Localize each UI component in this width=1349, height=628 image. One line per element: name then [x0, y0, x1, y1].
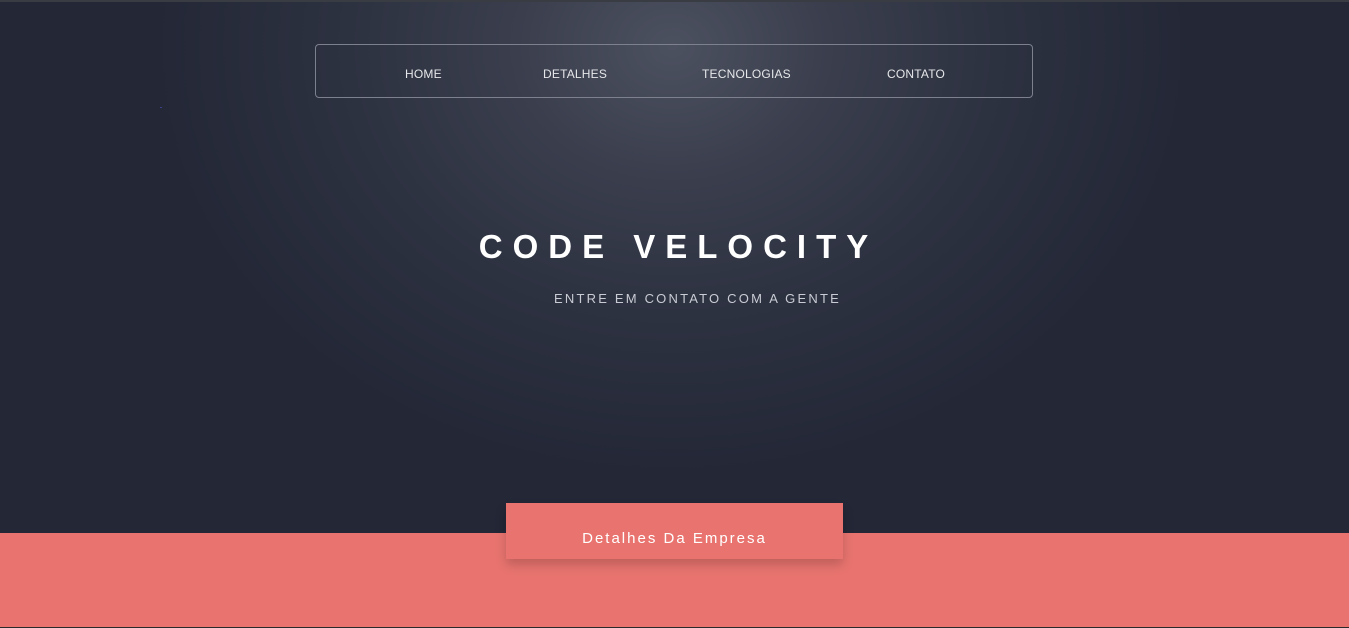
nav-link-detalhes[interactable]: DETALHES: [543, 67, 607, 81]
main-nav: HOME DETALHES TECNOLOGIAS CONTATO: [315, 44, 1033, 98]
hero-subtitle: ENTRE EM CONTATO COM A GENTE: [554, 291, 841, 306]
hero-title: CODE VELOCITY: [478, 228, 879, 265]
hero-section: HOME DETALHES TECNOLOGIAS CONTATO CODE V…: [0, 2, 1349, 533]
nav-link-contato[interactable]: CONTATO: [887, 67, 945, 81]
nav-link-home[interactable]: HOME: [405, 67, 442, 81]
company-details-tab[interactable]: Detalhes Da Empresa: [506, 503, 843, 559]
decorative-dot: [160, 107, 162, 108]
nav-link-tecnologias[interactable]: TECNOLOGIAS: [702, 67, 791, 81]
page: HOME DETALHES TECNOLOGIAS CONTATO CODE V…: [0, 0, 1349, 628]
company-details-label: Detalhes Da Empresa: [582, 530, 767, 547]
